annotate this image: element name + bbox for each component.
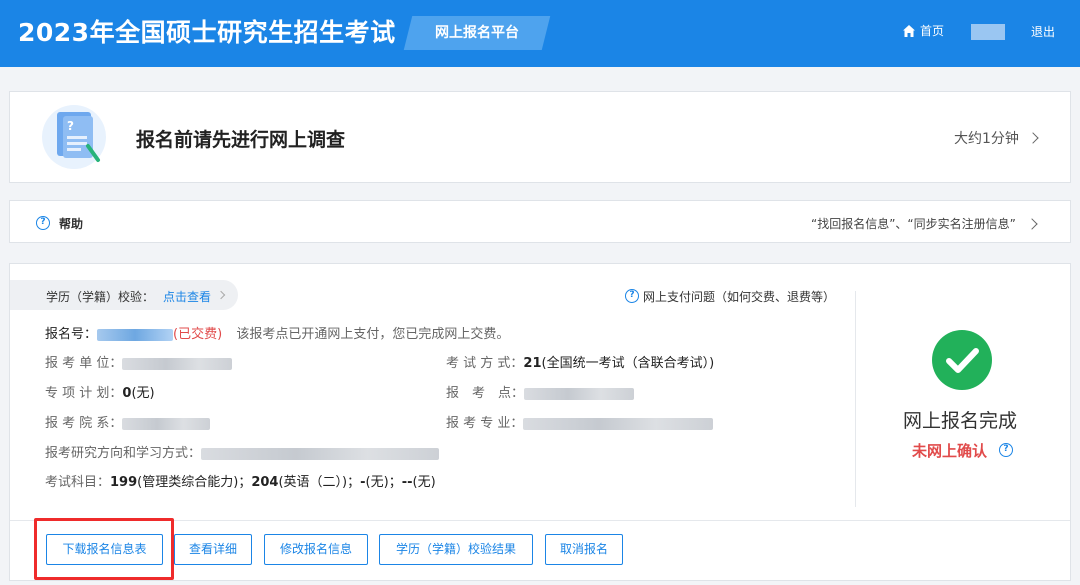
home-label: 首页 [920,24,945,38]
survey-title: 报名前请先进行网上调查 [136,129,346,151]
unit-label: 报 考 单 位： [45,356,123,371]
question-icon[interactable]: ? [999,443,1013,457]
top-header: 2023年全国硕士研究生招生考试 网上报名平台 首页 退出 [0,0,1080,67]
survey-document-icon: ? [57,112,100,162]
help-label: 帮助 [59,217,84,231]
verify-view-link[interactable]: 点击查看 [163,288,211,305]
exam-mode-code: 21 [523,356,542,371]
subject-code: 199 [110,475,138,490]
exam-mode-value: (全国统一考试（含联合考试）) [541,356,715,371]
verify-label: 学历（学籍）校验： [46,290,155,304]
special-plan-row: 专 项 计 划：0(无) [45,382,155,401]
site-title: 2023年全国硕士研究生招生考试 [18,18,396,47]
special-plan-label: 专 项 计 划： [45,386,123,401]
major-redacted [523,417,714,430]
payment-help-link[interactable]: 网上支付问题（如何交费、退费等） [643,288,835,305]
home-link[interactable]: 首页 [902,22,944,39]
subject-code: -- [401,475,413,490]
svg-text:?: ? [67,119,74,133]
modify-info-button[interactable]: 修改报名信息 [264,534,368,565]
reg-no-label: 报名号： [45,327,98,342]
paid-status: (已交费) [173,327,223,342]
direction-redacted [201,447,440,460]
survey-duration: 大约1分钟 [954,131,1019,147]
paid-note: 该报考点已开通网上支付，您已完成网上交费。 [236,327,510,342]
site-row: 报 考 点： [446,382,635,401]
home-icon [903,24,915,37]
chevron-right-icon [1026,217,1038,230]
registration-complete-text: 网上报名完成 [903,410,1018,432]
unconfirmed-text: 未网上确认 [912,442,988,460]
verify-result-button[interactable]: 学历（学籍）校验结果 [379,534,533,565]
username-redacted[interactable] [971,24,1005,40]
vertical-divider [855,291,856,507]
cancel-registration-button[interactable]: 取消报名 [545,534,623,565]
reg-no-redacted [97,328,174,341]
dept-row: 报 考 院 系： [45,412,211,431]
exam-mode-row: 考 试 方 式：21(全国统一考试（含联合考试）) [446,352,714,371]
help-card[interactable]: ? 帮助 “找回报名信息”、“同步实名注册信息” [9,200,1071,243]
registration-card: 学历（学籍）校验： 点击查看 ? 网上支付问题（如何交费、退费等） 报名号： (已… [9,263,1071,581]
highlight-box [34,518,174,580]
subject-name: (无) [412,475,436,490]
unit-row: 报 考 单 位： [45,352,233,371]
subject-name: (管理类综合能力) [137,475,239,490]
subject-code: 204 [251,475,279,490]
direction-row: 报考研究方向和学习方式： [45,442,440,461]
help-links[interactable]: “找回报名信息”、“同步实名注册信息” [811,215,1038,232]
survey-duration-link[interactable]: 大约1分钟 [954,128,1039,148]
site-label: 报 考 点： [446,386,525,401]
view-details-button[interactable]: 查看详细 [174,534,252,565]
subject-name: (无) [365,475,389,490]
logout-link[interactable]: 退出 [1031,23,1055,40]
chevron-right-icon [1027,132,1039,144]
platform-label: 网上报名平台 [435,25,519,41]
reg-no-row: 报名号： (已交费) 该报考点已开通网上支付，您已完成网上交费。 [45,323,509,342]
site-redacted [524,387,635,400]
question-icon: ? [36,216,50,230]
exam-mode-label: 考 试 方 式： [446,356,524,371]
check-circle-icon [932,330,992,390]
dept-label: 报 考 院 系： [45,416,123,431]
major-label: 报 考 专 业： [446,416,524,431]
direction-label: 报考研究方向和学习方式： [45,446,202,461]
dept-redacted [122,417,211,430]
subject-name: (英语（二）) [278,475,348,490]
subjects-row: 考试科目：199(管理类综合能力)；204(英语（二）)；-(无)；--(无) [45,475,436,490]
special-plan-value: (无) [131,386,155,401]
help-links-text: “找回报名信息”、“同步实名注册信息” [811,217,1016,231]
subjects-label: 考试科目： [45,475,111,490]
question-icon: ? [625,289,639,303]
major-row: 报 考 专 业： [446,412,714,431]
survey-card[interactable]: ? 报名前请先进行网上调查 大约1分钟 [9,91,1071,183]
unit-redacted [122,357,233,370]
